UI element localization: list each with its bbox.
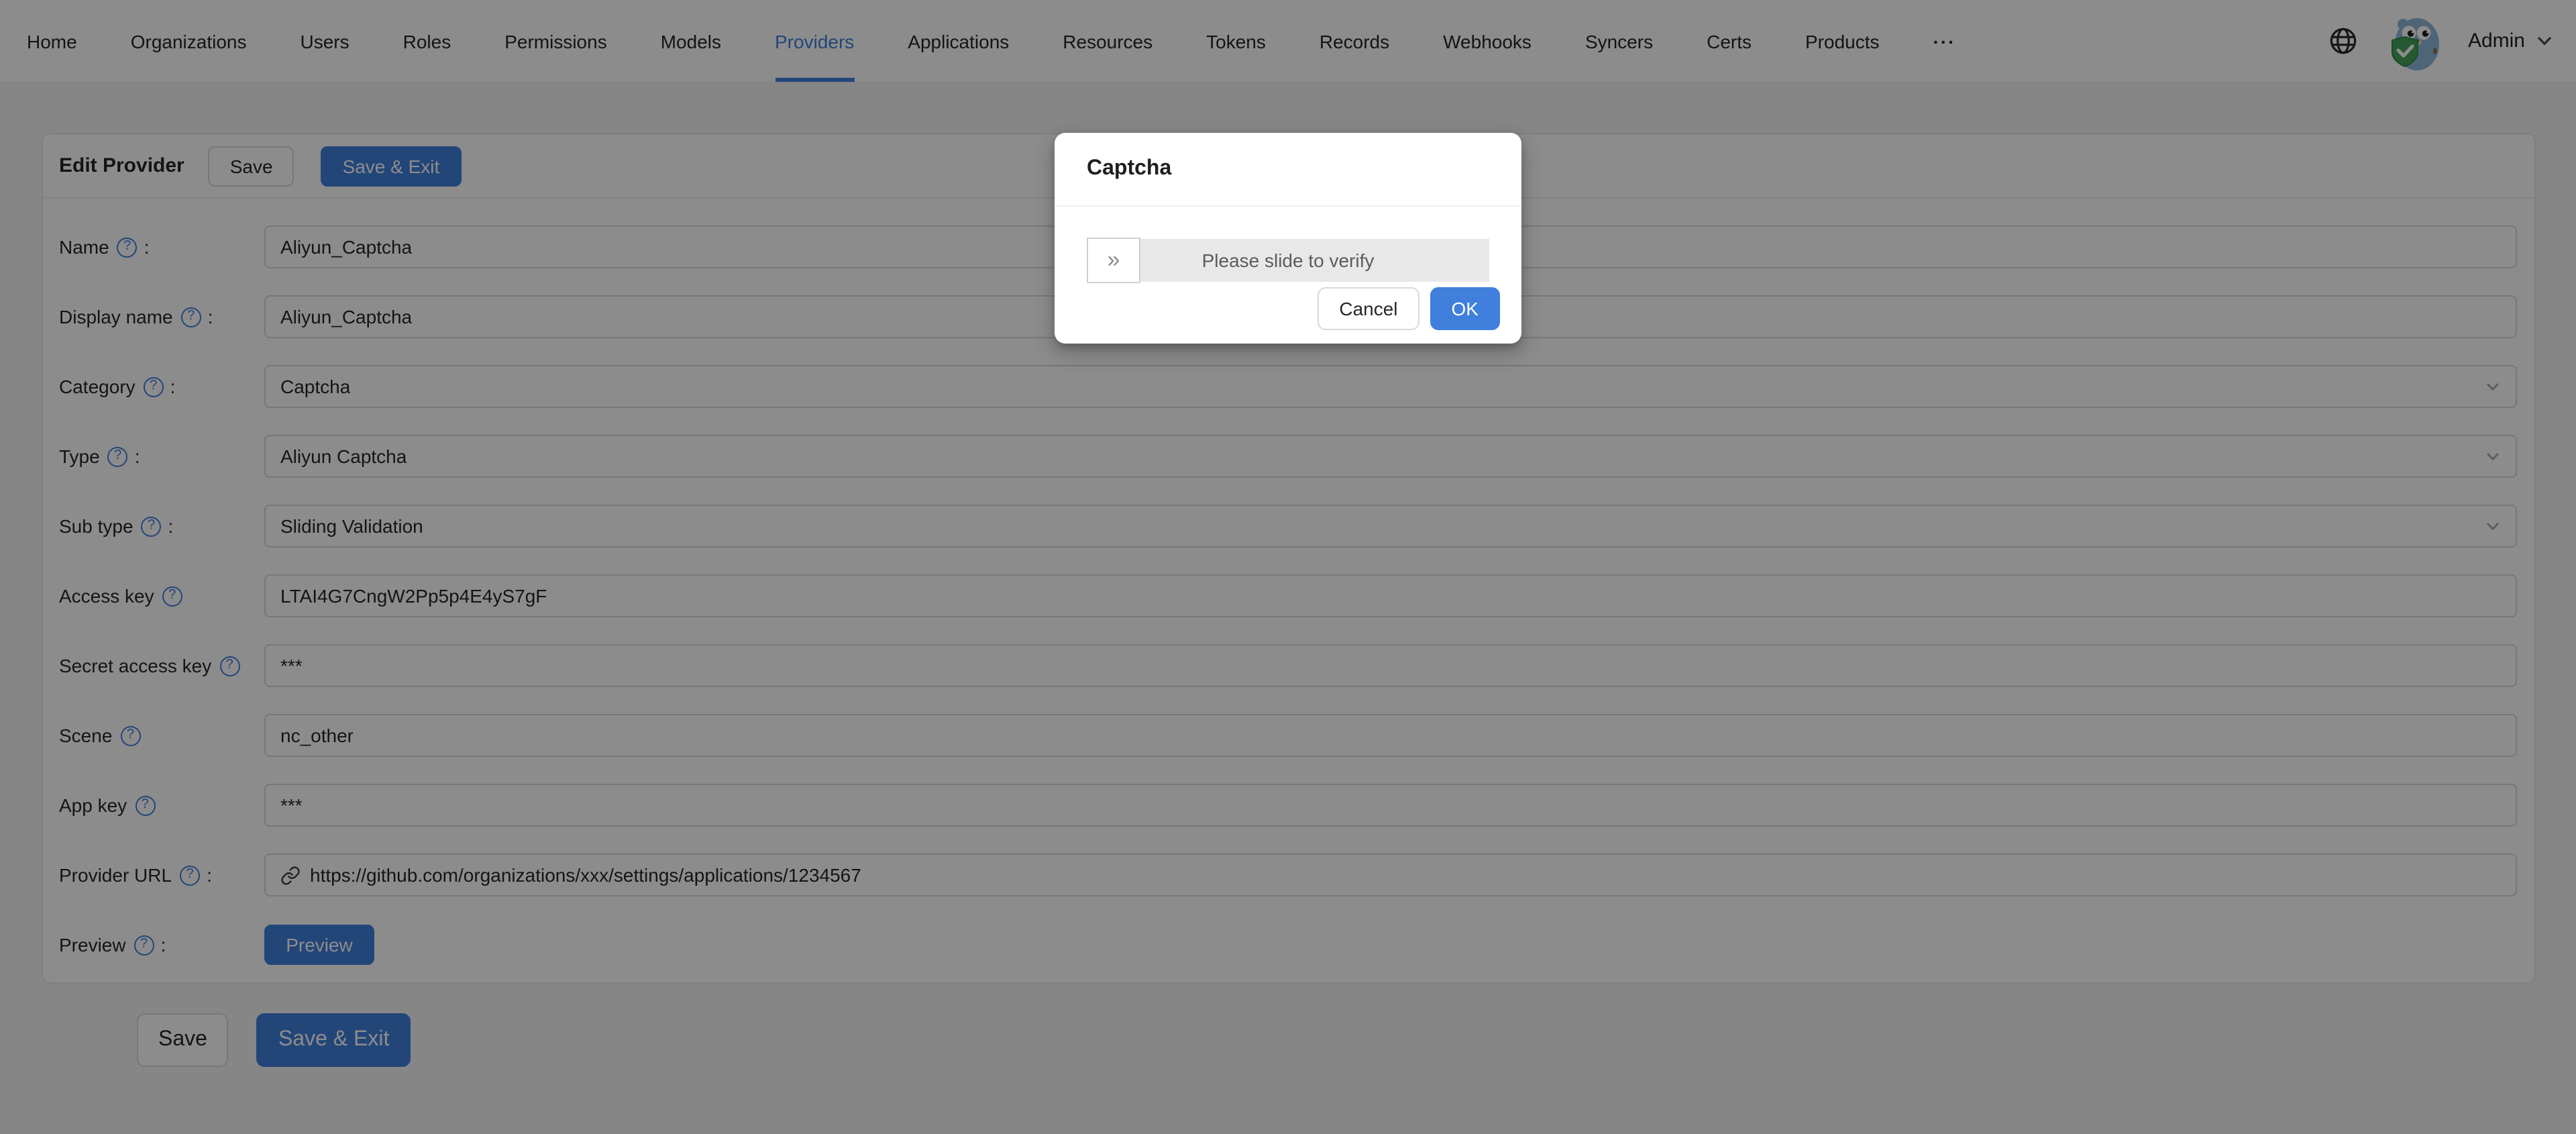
captcha-modal: Captcha Please slide to verify » Cancel … bbox=[1055, 133, 1521, 344]
ok-button[interactable]: OK bbox=[1430, 287, 1500, 330]
modal-title: Captcha bbox=[1087, 154, 1489, 184]
slider-handle[interactable]: » bbox=[1087, 238, 1140, 283]
captcha-slider[interactable]: Please slide to verify » bbox=[1087, 239, 1489, 282]
cancel-button[interactable]: Cancel bbox=[1318, 287, 1419, 330]
modal-body: Please slide to verify » bbox=[1055, 207, 1521, 282]
modal-footer: Cancel OK bbox=[1055, 282, 1521, 344]
modal-header: Captcha bbox=[1055, 133, 1521, 207]
double-chevron-right-icon: » bbox=[1108, 247, 1120, 274]
slider-hint-text: Please slide to verify bbox=[1087, 239, 1489, 282]
app-root: Home Organizations Users Roles Permissio… bbox=[0, 0, 2576, 1134]
